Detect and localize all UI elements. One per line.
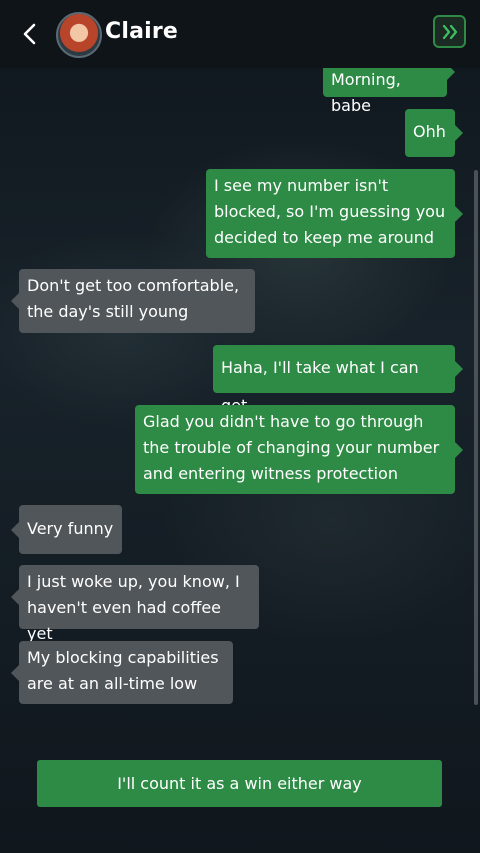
chevron-left-icon: [23, 23, 36, 45]
message-list[interactable]: Morning, babe Ohh I see my number isn't …: [0, 68, 480, 708]
message-bubble-incoming: I just woke up, you know, I haven't even…: [11, 565, 259, 643]
reply-option-button[interactable]: I'll count it as a win either way: [37, 760, 442, 807]
message-bubble-incoming: Very funny: [11, 505, 122, 554]
message-bubble-incoming: My blocking capabilities are at an all-t…: [11, 641, 233, 704]
avatar: [56, 12, 102, 58]
message-bubble-incoming: Don't get too comfortable, the day's sti…: [11, 269, 255, 333]
message-bubble-outgoing: Morning, babe: [323, 68, 455, 115]
skip-button[interactable]: [433, 15, 466, 48]
message-bubble-outgoing: I see my number isn't blocked, so I'm gu…: [206, 169, 463, 258]
message-bubble-outgoing: Haha, I'll take what I can get: [213, 345, 463, 415]
chat-header: Claire: [0, 0, 480, 68]
double-chevron-right-icon: [442, 24, 457, 39]
back-button[interactable]: [16, 20, 44, 48]
contact-name: Claire: [105, 19, 179, 44]
message-bubble-outgoing: Ohh: [405, 109, 463, 157]
message-bubble-outgoing: Glad you didn't have to go through the t…: [135, 405, 463, 494]
scrollbar[interactable]: [474, 170, 478, 705]
